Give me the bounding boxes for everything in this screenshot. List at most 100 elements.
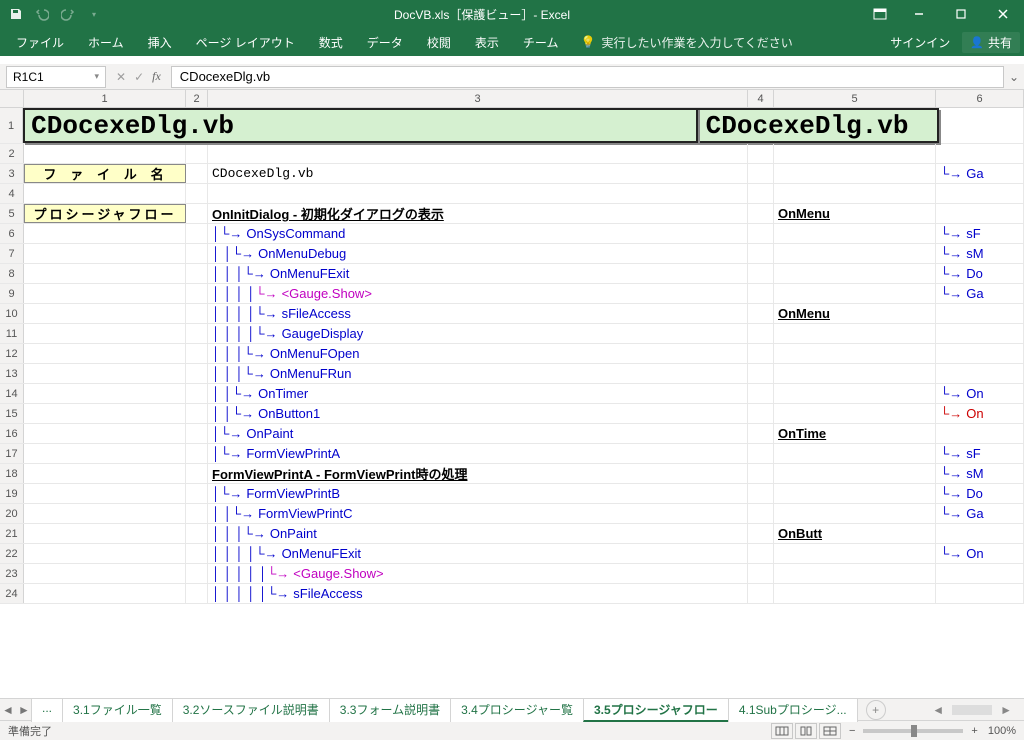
cell[interactable]: │ │ └→ OnTimer bbox=[208, 384, 748, 403]
tab-home[interactable]: ホーム bbox=[76, 28, 136, 56]
cell[interactable] bbox=[24, 144, 186, 163]
row-header[interactable]: 4 bbox=[0, 184, 24, 203]
tab-formulas[interactable]: 数式 bbox=[307, 28, 355, 56]
sheet-tab[interactable]: ... bbox=[31, 698, 63, 722]
cell[interactable] bbox=[774, 164, 936, 183]
redo-icon[interactable] bbox=[60, 6, 76, 22]
enter-formula-icon[interactable]: ✓ bbox=[134, 70, 144, 84]
sheet-tab[interactable]: 4.1Subプロシージ... bbox=[728, 698, 858, 722]
sheet-tab[interactable]: 3.5プロシージャフロー bbox=[583, 698, 729, 722]
cell[interactable]: OnMenu bbox=[774, 204, 936, 223]
cell[interactable] bbox=[24, 424, 186, 443]
row-header[interactable]: 2 bbox=[0, 144, 24, 163]
cell[interactable] bbox=[774, 464, 936, 483]
cell[interactable]: CDocexeDlg.vb bbox=[698, 108, 939, 143]
row-header[interactable]: 8 bbox=[0, 264, 24, 283]
cell[interactable] bbox=[748, 344, 774, 363]
cell[interactable] bbox=[186, 244, 208, 263]
cell[interactable] bbox=[186, 424, 208, 443]
cell[interactable]: └→ sM bbox=[936, 244, 1024, 263]
cell[interactable] bbox=[24, 184, 186, 203]
cell[interactable] bbox=[748, 404, 774, 423]
cell[interactable]: └→ Ga bbox=[936, 284, 1024, 303]
select-all-corner[interactable] bbox=[0, 90, 24, 107]
tab-pagelayout[interactable]: ページ レイアウト bbox=[184, 28, 307, 56]
cell[interactable] bbox=[774, 484, 936, 503]
cell[interactable] bbox=[186, 224, 208, 243]
cell[interactable] bbox=[774, 364, 936, 383]
cell[interactable]: │ │ │ │ └→ sFileAccess bbox=[208, 304, 748, 323]
cell[interactable]: OnButt bbox=[774, 524, 936, 543]
tab-data[interactable]: データ bbox=[355, 28, 415, 56]
cell[interactable]: OnMenu bbox=[774, 304, 936, 323]
row-header[interactable]: 1 bbox=[0, 108, 23, 143]
row-header[interactable]: 5 bbox=[0, 204, 24, 223]
cell[interactable] bbox=[186, 364, 208, 383]
row-header[interactable]: 21 bbox=[0, 524, 24, 543]
cell[interactable] bbox=[774, 144, 936, 163]
cell[interactable] bbox=[936, 204, 1024, 223]
cell[interactable] bbox=[24, 324, 186, 343]
row-header[interactable]: 14 bbox=[0, 384, 24, 403]
cell[interactable] bbox=[24, 404, 186, 423]
row-header[interactable]: 10 bbox=[0, 304, 24, 323]
cell[interactable] bbox=[208, 144, 748, 163]
page-break-view-button[interactable] bbox=[819, 723, 841, 739]
scroll-left-icon[interactable]: ◄ bbox=[932, 703, 944, 717]
cell[interactable] bbox=[748, 284, 774, 303]
new-sheet-button[interactable]: + bbox=[866, 700, 886, 720]
cell[interactable] bbox=[24, 284, 186, 303]
cell[interactable] bbox=[748, 564, 774, 583]
cell[interactable] bbox=[186, 564, 208, 583]
tab-view[interactable]: 表示 bbox=[463, 28, 511, 56]
share-button[interactable]: 👤 共有 bbox=[962, 32, 1020, 53]
cell[interactable] bbox=[774, 244, 936, 263]
cell[interactable]: フ ァ イ ル 名 bbox=[24, 164, 186, 183]
col-header[interactable]: 3 bbox=[208, 90, 748, 107]
cell[interactable]: └→ Ga bbox=[936, 164, 1024, 183]
cell[interactable] bbox=[748, 524, 774, 543]
cell[interactable] bbox=[774, 324, 936, 343]
cell[interactable]: FormViewPrintA - FormViewPrint時の処理 bbox=[208, 464, 748, 483]
cell[interactable] bbox=[748, 264, 774, 283]
name-box[interactable]: R1C1 ▾ bbox=[6, 66, 106, 88]
row-header[interactable]: 11 bbox=[0, 324, 24, 343]
cell[interactable] bbox=[24, 564, 186, 583]
cell[interactable]: │ │ │ └→ OnMenuFOpen bbox=[208, 344, 748, 363]
cell[interactable] bbox=[774, 284, 936, 303]
sheet-nav-prev-icon[interactable]: ◄ bbox=[0, 703, 16, 717]
cell[interactable]: CDocexeDlg.vb bbox=[23, 108, 698, 143]
tab-insert[interactable]: 挿入 bbox=[136, 28, 184, 56]
undo-icon[interactable] bbox=[34, 6, 50, 22]
zoom-level[interactable]: 100% bbox=[988, 725, 1016, 737]
cell[interactable] bbox=[186, 144, 208, 163]
cell[interactable]: CDocexeDlg.vb bbox=[208, 164, 748, 183]
cell[interactable] bbox=[24, 384, 186, 403]
normal-view-button[interactable] bbox=[771, 723, 793, 739]
cell[interactable] bbox=[186, 524, 208, 543]
col-header[interactable]: 1 bbox=[24, 90, 186, 107]
row-header[interactable]: 19 bbox=[0, 484, 24, 503]
page-layout-view-button[interactable] bbox=[795, 723, 817, 739]
cell[interactable] bbox=[748, 424, 774, 443]
cell[interactable] bbox=[936, 564, 1024, 583]
cell[interactable] bbox=[774, 384, 936, 403]
cell[interactable] bbox=[774, 544, 936, 563]
fx-icon[interactable]: fx bbox=[152, 69, 161, 84]
cancel-formula-icon[interactable]: ✕ bbox=[116, 70, 126, 84]
cell[interactable] bbox=[936, 344, 1024, 363]
cell[interactable]: OnInitDialog - 初期化ダイアログの表示 bbox=[208, 204, 748, 223]
col-header[interactable]: 4 bbox=[748, 90, 774, 107]
cell[interactable]: │ │ └→ OnButton1 bbox=[208, 404, 748, 423]
sheet-tab[interactable]: 3.1ファイル一覧 bbox=[62, 698, 173, 722]
row-header[interactable]: 12 bbox=[0, 344, 24, 363]
cell[interactable] bbox=[748, 364, 774, 383]
col-header[interactable]: 6 bbox=[936, 90, 1024, 107]
cell[interactable] bbox=[186, 204, 208, 223]
cell[interactable] bbox=[748, 464, 774, 483]
save-icon[interactable] bbox=[8, 6, 24, 22]
cell[interactable]: └→ sF bbox=[936, 444, 1024, 463]
row-header[interactable]: 17 bbox=[0, 444, 24, 463]
cell[interactable]: └→ Do bbox=[936, 264, 1024, 283]
row-header[interactable]: 22 bbox=[0, 544, 24, 563]
